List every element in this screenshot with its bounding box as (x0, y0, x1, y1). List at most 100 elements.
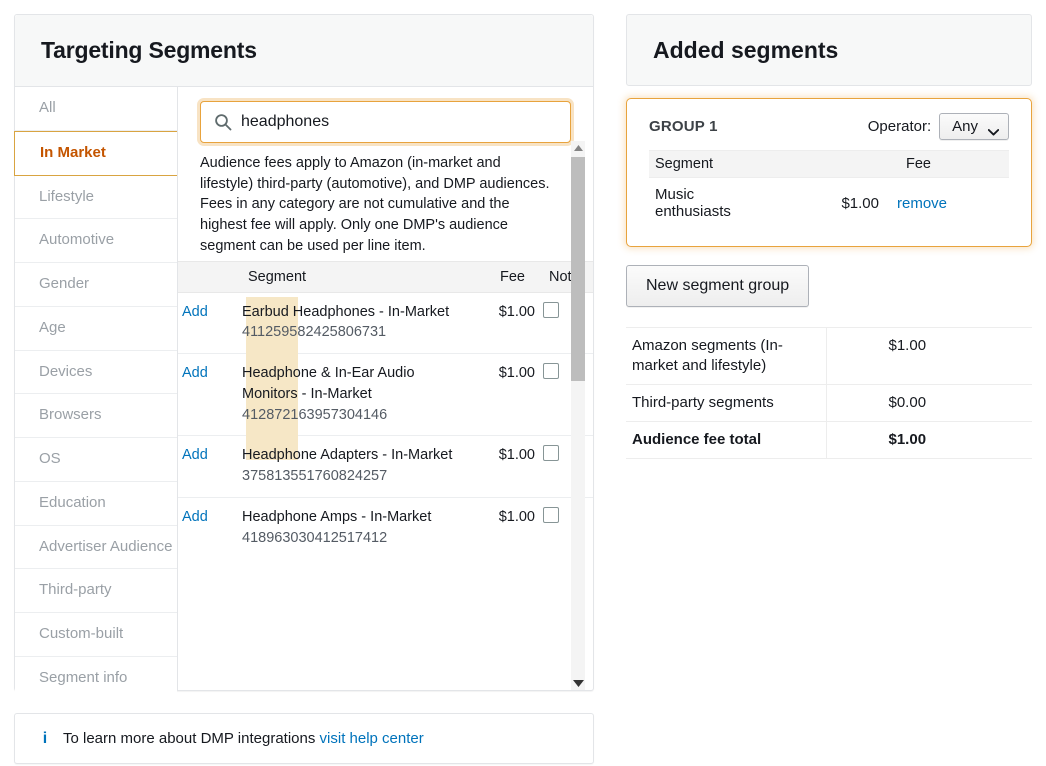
scroll-down-arrow[interactable] (571, 676, 585, 690)
info-icon: i (37, 731, 53, 747)
help-text: To learn more about DMP integrations vis… (63, 730, 424, 747)
segment-cell: Headphone Amps - In-Market41896303041251… (238, 497, 467, 558)
help-bar: i To learn more about DMP integrations v… (14, 713, 594, 764)
panel-body: All In Market Lifestyle Automotive Gender Age… (15, 87, 593, 690)
sidebar-item-gender[interactable]: Gender (15, 263, 177, 307)
segment-name: Headphone & In-Ear Audio Monitors - In-M… (242, 363, 463, 404)
results-scrollbar[interactable] (571, 141, 585, 690)
add-cell: Add (178, 292, 238, 353)
segment-name: Earbud Headphones - In-Market (242, 302, 463, 323)
search-input[interactable] (241, 113, 558, 131)
col-header-action (178, 261, 238, 292)
add-segment-link[interactable]: Add (182, 447, 208, 463)
sidebar-item-label: In Market (40, 144, 106, 161)
operator-value: Any (952, 118, 978, 135)
sidebar-item-segment-info[interactable]: Segment info (15, 657, 177, 700)
targeting-segments-panel: Targeting Segments All In Market Lifestyle… (14, 14, 594, 691)
fee-summary-row: Third-party segments$0.00 (626, 384, 1032, 421)
category-sidebar: All In Market Lifestyle Automotive Gender Age… (15, 87, 178, 690)
added-segment-row: Music enthusiasts$1.00 remove (649, 178, 1009, 229)
scrollbar-thumb[interactable] (571, 157, 585, 381)
fee-cell: $1.00 (467, 497, 539, 558)
segment-id: 418963030412517412 (242, 528, 463, 549)
sidebar-item-browsers[interactable]: Browsers (15, 394, 177, 438)
added-segment-name: Music enthusiasts (649, 178, 769, 229)
sidebar-item-lifestyle[interactable]: Lifestyle (15, 176, 177, 220)
fee-value: $1.00 (826, 421, 1032, 458)
segment-text: Headphone & In-Ear Audio Monitors - In-M… (242, 363, 463, 425)
fee-cell: $1.00 (467, 436, 539, 497)
help-center-link[interactable]: visit help center (320, 730, 424, 747)
sidebar-item-label: Third-party (39, 581, 112, 598)
segment-id: 411259582425806731 (242, 322, 463, 343)
segment-text: Earbud Headphones - In-Market41125958242… (242, 302, 463, 343)
sidebar-item-label: Segment info (39, 669, 127, 686)
sidebar-item-label: Age (39, 319, 66, 336)
audience-fee-notice: Audience fees apply to Amazon (in-market… (178, 143, 593, 261)
sidebar-item-in-market[interactable]: In Market (14, 131, 177, 176)
not-checkbox[interactable] (543, 445, 559, 461)
group-title: GROUP 1 (649, 118, 718, 135)
sidebar-item-label: Lifestyle (39, 188, 94, 205)
segment-text: Headphone Amps - In-Market41896303041251… (242, 507, 463, 548)
sidebar-item-age[interactable]: Age (15, 307, 177, 351)
sidebar-item-label: All (39, 99, 56, 116)
added-segment-fee: $1.00 (769, 178, 889, 229)
segment-id: 375813551760824257 (242, 466, 463, 487)
segment-cell: Headphone Adapters - In-Market3758135517… (238, 436, 467, 497)
sidebar-item-custom-built[interactable]: Custom-built (15, 613, 177, 657)
sidebar-item-all[interactable]: All (15, 87, 177, 131)
fee-label: Third-party segments (626, 384, 826, 421)
segment-browser: Audience fees apply to Amazon (in-market… (178, 87, 593, 690)
not-checkbox[interactable] (543, 363, 559, 379)
add-cell: Add (178, 436, 238, 497)
fee-summary-row: Amazon segments (In-market and lifestyle… (626, 328, 1032, 385)
chevron-down-icon (988, 123, 999, 130)
sidebar-item-label: Custom-built (39, 625, 123, 642)
sidebar-item-label: Automotive (39, 231, 114, 248)
fee-value: $0.00 (826, 384, 1032, 421)
not-checkbox[interactable] (543, 302, 559, 318)
table-row: Add Headphone Adapters - In-Market3758135… (178, 436, 593, 497)
sidebar-item-devices[interactable]: Devices (15, 351, 177, 395)
remove-cell: remove (889, 178, 1009, 229)
col-header-segment: Segment (238, 261, 467, 292)
sidebar-item-label: Advertiser Audience (39, 538, 172, 555)
add-cell: Add (178, 497, 238, 558)
segment-name: Headphone Amps - In-Market (242, 507, 463, 528)
fee-total-row: Audience fee total$1.00 (626, 421, 1032, 458)
fee-cell: $1.00 (467, 354, 539, 436)
operator-control: Operator: Any (868, 113, 1009, 140)
sidebar-item-education[interactable]: Education (15, 482, 177, 526)
sidebar-item-label: Gender (39, 275, 89, 292)
sidebar-item-automotive[interactable]: Automotive (15, 219, 177, 263)
table-row: Add Headphone & In-Ear Audio Monitors - I… (178, 354, 593, 436)
help-message: To learn more about DMP integrations (63, 730, 315, 747)
fee-summary-table: Amazon segments (In-market and lifestyle… (626, 327, 1032, 459)
segment-results-table: Segment Fee Not Add Earbud Headphones - I… (178, 261, 593, 559)
fee-label: Amazon segments (In-market and lifestyle… (626, 328, 826, 385)
sidebar-item-advertiser-audience[interactable]: Advertiser Audience (15, 526, 177, 570)
operator-label: Operator: (868, 118, 931, 135)
panel-header: Targeting Segments (15, 15, 593, 87)
add-segment-link[interactable]: Add (182, 509, 208, 525)
fee-label: Audience fee total (626, 421, 826, 458)
segment-text: Headphone Adapters - In-Market3758135517… (242, 445, 463, 486)
table-row: Add Headphone Amps - In-Market41896303041… (178, 497, 593, 558)
operator-select[interactable]: Any (939, 113, 1009, 140)
segment-cell: Headphone & In-Ear Audio Monitors - In-M… (238, 354, 467, 436)
table-header-row: Segment Fee Not (178, 261, 593, 292)
add-segment-link[interactable]: Add (182, 304, 208, 320)
remove-segment-link[interactable]: remove (897, 195, 947, 212)
scroll-up-arrow[interactable] (571, 141, 585, 155)
search-box[interactable] (200, 101, 571, 143)
search-wrap (178, 101, 593, 143)
new-segment-group-button[interactable]: New segment group (626, 265, 809, 307)
sidebar-item-third-party[interactable]: Third-party (15, 569, 177, 613)
add-segment-link[interactable]: Add (182, 365, 208, 381)
sidebar-item-label: Education (39, 494, 106, 511)
added-table-header-row: Segment Fee (649, 151, 1009, 178)
sidebar-item-os[interactable]: OS (15, 438, 177, 482)
not-checkbox[interactable] (543, 507, 559, 523)
col-header-fee: Fee (467, 261, 539, 292)
